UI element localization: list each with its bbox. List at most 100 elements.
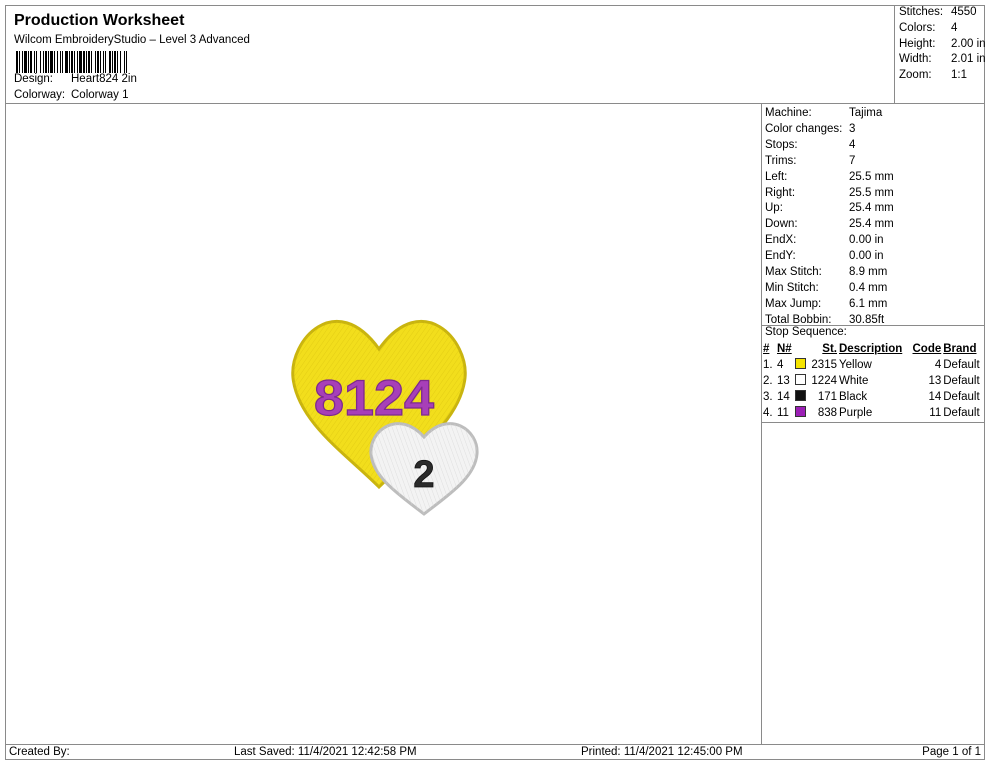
info-label: Stops: [765,138,798,151]
design-preview: 8124 2 [291,320,479,516]
small-heart-text: 2 [413,454,434,496]
machine-info-row: Color changes: 3 [765,121,855,137]
color-swatch [795,406,806,417]
info-label: Total Bobbin: [765,313,832,326]
worksheet-header: Production Worksheet Wilcom EmbroiderySt… [5,5,985,104]
color-swatch-cell [794,389,808,405]
barcode [16,51,127,73]
cell-brand: Default [943,391,980,403]
info-value: 25.4 mm [849,218,894,231]
design-row: Design: Heart824 2in [14,73,137,85]
summary-panel: Stitches: 4550 Colors: 4 Height: 2.00 in Wi… [894,5,986,104]
cell-stitches: 1224 [811,375,837,387]
cell-num: 2. [763,375,773,387]
printed-date: Printed: 11/4/2021 12:45:00 PM [581,746,743,758]
info-value: 25.4 mm [849,202,894,215]
cell-description: Black [839,391,868,403]
col-description: Description [839,343,903,355]
info-label: Up: [765,202,783,215]
cell-num: 3. [763,391,773,403]
last-saved: Last Saved: 11/4/2021 12:42:58 PM [234,746,417,758]
info-value: 6.1 mm [849,297,888,310]
summary-row-height: Height: 2.00 in [899,38,986,50]
page-title: Production Worksheet [14,12,185,29]
info-label: Right: [765,186,796,199]
stop-sequence-row: 1. 4 2315 Yellow 4 Default [762,357,984,373]
info-value: 0.00 in [849,234,884,247]
cell-stitches: 171 [817,391,837,403]
machine-info-row: Down: 25.4 mm [765,216,894,232]
stop-sequence-row: 2. 13 1224 White 13 Default [762,373,984,389]
machine-info-row: Stops: 4 [765,137,855,153]
design-label: Design: [14,73,53,85]
created-by: Created By: [9,746,70,758]
info-value: 7 [849,154,856,167]
cell-description: Purple [839,407,873,419]
colorway-label: Colorway: [14,89,66,101]
col-num: # [763,343,770,355]
info-label: Left: [765,170,788,183]
info-label: Trims: [765,154,797,167]
cell-num: 4. [763,407,773,419]
cell-code: 14 [928,391,942,403]
cell-needle: 4 [777,359,784,371]
color-swatch-cell [794,405,808,421]
color-swatch [795,358,806,369]
machine-info-row: Max Stitch: 8.9 mm [765,264,887,280]
info-label: Color changes: [765,122,843,135]
colorway-value: Colorway 1 [71,89,129,101]
color-swatch-cell [794,357,808,373]
cell-description: Yellow [839,359,872,371]
summary-row-zoom: Zoom: 1:1 [899,69,967,81]
cell-needle: 13 [777,375,790,387]
info-label: Machine: [765,107,812,119]
summary-row-width: Width: 2.01 in [899,53,986,65]
cell-code: 11 [929,407,942,419]
color-swatch [795,390,806,401]
machine-info-panel: Machine: Tajima Color changes: 3 Stops: 4 Trim… [761,103,985,745]
worksheet-footer: Created By: Last Saved: 11/4/2021 12:42:… [5,744,985,760]
info-label: Max Jump: [765,297,822,310]
page-number: Page 1 of 1 [922,746,981,758]
col-brand: Brand [943,343,977,355]
cell-brand: Default [943,407,980,419]
small-heart: 2 [369,422,479,516]
info-label: EndX: [765,234,797,247]
cell-num: 1. [763,359,773,371]
machine-info-row: EndY: 0.00 in [765,248,884,264]
machine-info-row: Left: 25.5 mm [765,169,894,185]
stop-sequence-row: 4. 11 838 Purple 11 Default [762,405,984,421]
machine-info-row: Trims: 7 [765,153,855,169]
color-swatch [795,374,806,385]
stop-sequence-title: Stop Sequence: [765,326,847,338]
info-value: 8.9 mm [849,266,888,278]
software-subtitle: Wilcom EmbroideryStudio – Level 3 Advanc… [14,34,250,46]
stop-sequence-row: 3. 14 171 Black 14 Default [762,389,984,405]
info-label: Max Stitch: [765,266,822,278]
cell-code: 13 [928,375,942,387]
info-value: 0.00 in [849,250,884,263]
cell-description: White [839,375,869,387]
cell-stitches: 838 [817,407,837,419]
cell-needle: 11 [777,407,789,419]
summary-row-colors: Colors: 4 [899,22,958,34]
machine-info-row: Min Stitch: 0.4 mm [765,280,887,296]
info-value: 25.5 mm [849,186,894,199]
big-heart-text: 8124 [314,370,434,426]
col-stitches: St. [822,343,837,355]
col-needle: N# [777,343,792,355]
info-value: Tajima [849,107,883,119]
design-canvas: 8124 2 [5,103,762,745]
info-label: Min Stitch: [765,281,819,294]
cell-needle: 14 [777,391,790,403]
info-value: 0.4 mm [849,281,888,294]
summary-row-stitches: Stitches: 4550 [899,6,977,18]
info-value: 4 [849,138,856,151]
info-label: EndY: [765,250,796,263]
stop-sequence-header: # N# St. Description Code Brand [762,341,984,357]
machine-info-row: Right: 25.5 mm [765,185,894,201]
machine-info-row: EndX: 0.00 in [765,232,884,248]
colorway-row: Colorway: Colorway 1 [14,89,129,101]
info-label: Down: [765,218,798,231]
design-value: Heart824 2in [71,73,137,85]
